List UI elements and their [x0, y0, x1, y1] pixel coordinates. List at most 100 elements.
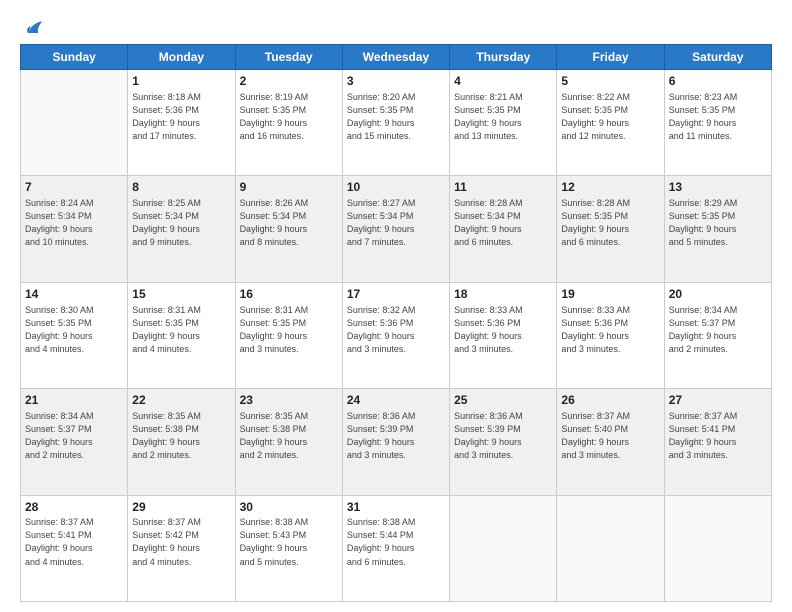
- day-info: Sunrise: 8:32 AM Sunset: 5:36 PM Dayligh…: [347, 304, 445, 356]
- day-number: 20: [669, 286, 767, 303]
- day-info: Sunrise: 8:36 AM Sunset: 5:39 PM Dayligh…: [454, 410, 552, 462]
- calendar-cell: 21Sunrise: 8:34 AM Sunset: 5:37 PM Dayli…: [21, 389, 128, 495]
- day-number: 9: [240, 179, 338, 196]
- day-number: 17: [347, 286, 445, 303]
- weekday-header-wednesday: Wednesday: [342, 45, 449, 70]
- weekday-header-sunday: Sunday: [21, 45, 128, 70]
- day-number: 21: [25, 392, 123, 409]
- calendar-cell: 27Sunrise: 8:37 AM Sunset: 5:41 PM Dayli…: [664, 389, 771, 495]
- calendar-cell: 1Sunrise: 8:18 AM Sunset: 5:36 PM Daylig…: [128, 70, 235, 176]
- day-number: 19: [561, 286, 659, 303]
- day-info: Sunrise: 8:34 AM Sunset: 5:37 PM Dayligh…: [669, 304, 767, 356]
- calendar-cell: 30Sunrise: 8:38 AM Sunset: 5:43 PM Dayli…: [235, 495, 342, 601]
- calendar-cell: [664, 495, 771, 601]
- day-info: Sunrise: 8:30 AM Sunset: 5:35 PM Dayligh…: [25, 304, 123, 356]
- calendar-table: SundayMondayTuesdayWednesdayThursdayFrid…: [20, 44, 772, 602]
- day-number: 10: [347, 179, 445, 196]
- day-number: 5: [561, 73, 659, 90]
- day-info: Sunrise: 8:26 AM Sunset: 5:34 PM Dayligh…: [240, 197, 338, 249]
- calendar-cell: 24Sunrise: 8:36 AM Sunset: 5:39 PM Dayli…: [342, 389, 449, 495]
- day-number: 23: [240, 392, 338, 409]
- calendar-cell: 17Sunrise: 8:32 AM Sunset: 5:36 PM Dayli…: [342, 282, 449, 388]
- weekday-header-thursday: Thursday: [450, 45, 557, 70]
- header: [20, 18, 772, 36]
- day-info: Sunrise: 8:29 AM Sunset: 5:35 PM Dayligh…: [669, 197, 767, 249]
- day-number: 15: [132, 286, 230, 303]
- day-info: Sunrise: 8:19 AM Sunset: 5:35 PM Dayligh…: [240, 91, 338, 143]
- calendar-cell: 3Sunrise: 8:20 AM Sunset: 5:35 PM Daylig…: [342, 70, 449, 176]
- calendar-cell: 12Sunrise: 8:28 AM Sunset: 5:35 PM Dayli…: [557, 176, 664, 282]
- weekday-header-row: SundayMondayTuesdayWednesdayThursdayFrid…: [21, 45, 772, 70]
- calendar-cell: 7Sunrise: 8:24 AM Sunset: 5:34 PM Daylig…: [21, 176, 128, 282]
- calendar-cell: 14Sunrise: 8:30 AM Sunset: 5:35 PM Dayli…: [21, 282, 128, 388]
- day-info: Sunrise: 8:37 AM Sunset: 5:42 PM Dayligh…: [132, 516, 230, 568]
- day-info: Sunrise: 8:28 AM Sunset: 5:34 PM Dayligh…: [454, 197, 552, 249]
- day-number: 28: [25, 499, 123, 516]
- day-info: Sunrise: 8:33 AM Sunset: 5:36 PM Dayligh…: [561, 304, 659, 356]
- day-number: 16: [240, 286, 338, 303]
- day-info: Sunrise: 8:33 AM Sunset: 5:36 PM Dayligh…: [454, 304, 552, 356]
- day-info: Sunrise: 8:18 AM Sunset: 5:36 PM Dayligh…: [132, 91, 230, 143]
- calendar-cell: 5Sunrise: 8:22 AM Sunset: 5:35 PM Daylig…: [557, 70, 664, 176]
- day-info: Sunrise: 8:38 AM Sunset: 5:44 PM Dayligh…: [347, 516, 445, 568]
- calendar-week-row: 28Sunrise: 8:37 AM Sunset: 5:41 PM Dayli…: [21, 495, 772, 601]
- day-number: 1: [132, 73, 230, 90]
- day-info: Sunrise: 8:34 AM Sunset: 5:37 PM Dayligh…: [25, 410, 123, 462]
- day-info: Sunrise: 8:38 AM Sunset: 5:43 PM Dayligh…: [240, 516, 338, 568]
- day-info: Sunrise: 8:22 AM Sunset: 5:35 PM Dayligh…: [561, 91, 659, 143]
- calendar-week-row: 7Sunrise: 8:24 AM Sunset: 5:34 PM Daylig…: [21, 176, 772, 282]
- day-info: Sunrise: 8:28 AM Sunset: 5:35 PM Dayligh…: [561, 197, 659, 249]
- page: SundayMondayTuesdayWednesdayThursdayFrid…: [0, 0, 792, 612]
- weekday-header-friday: Friday: [557, 45, 664, 70]
- calendar-cell: 20Sunrise: 8:34 AM Sunset: 5:37 PM Dayli…: [664, 282, 771, 388]
- day-number: 22: [132, 392, 230, 409]
- calendar-cell: 13Sunrise: 8:29 AM Sunset: 5:35 PM Dayli…: [664, 176, 771, 282]
- calendar-cell: 23Sunrise: 8:35 AM Sunset: 5:38 PM Dayli…: [235, 389, 342, 495]
- day-number: 26: [561, 392, 659, 409]
- calendar-cell: 15Sunrise: 8:31 AM Sunset: 5:35 PM Dayli…: [128, 282, 235, 388]
- day-number: 4: [454, 73, 552, 90]
- day-number: 24: [347, 392, 445, 409]
- calendar-cell: 22Sunrise: 8:35 AM Sunset: 5:38 PM Dayli…: [128, 389, 235, 495]
- calendar-cell: 29Sunrise: 8:37 AM Sunset: 5:42 PM Dayli…: [128, 495, 235, 601]
- logo-bird-icon: [22, 18, 44, 40]
- day-number: 11: [454, 179, 552, 196]
- calendar-cell: 26Sunrise: 8:37 AM Sunset: 5:40 PM Dayli…: [557, 389, 664, 495]
- calendar-week-row: 21Sunrise: 8:34 AM Sunset: 5:37 PM Dayli…: [21, 389, 772, 495]
- day-number: 12: [561, 179, 659, 196]
- calendar-week-row: 1Sunrise: 8:18 AM Sunset: 5:36 PM Daylig…: [21, 70, 772, 176]
- day-info: Sunrise: 8:25 AM Sunset: 5:34 PM Dayligh…: [132, 197, 230, 249]
- day-number: 8: [132, 179, 230, 196]
- day-number: 14: [25, 286, 123, 303]
- calendar-cell: 18Sunrise: 8:33 AM Sunset: 5:36 PM Dayli…: [450, 282, 557, 388]
- calendar-cell: 25Sunrise: 8:36 AM Sunset: 5:39 PM Dayli…: [450, 389, 557, 495]
- day-number: 7: [25, 179, 123, 196]
- weekday-header-tuesday: Tuesday: [235, 45, 342, 70]
- calendar-cell: 6Sunrise: 8:23 AM Sunset: 5:35 PM Daylig…: [664, 70, 771, 176]
- day-number: 3: [347, 73, 445, 90]
- calendar-cell: 11Sunrise: 8:28 AM Sunset: 5:34 PM Dayli…: [450, 176, 557, 282]
- day-info: Sunrise: 8:27 AM Sunset: 5:34 PM Dayligh…: [347, 197, 445, 249]
- calendar-week-row: 14Sunrise: 8:30 AM Sunset: 5:35 PM Dayli…: [21, 282, 772, 388]
- day-number: 30: [240, 499, 338, 516]
- day-number: 13: [669, 179, 767, 196]
- weekday-header-monday: Monday: [128, 45, 235, 70]
- day-info: Sunrise: 8:35 AM Sunset: 5:38 PM Dayligh…: [132, 410, 230, 462]
- logo: [20, 18, 44, 36]
- day-number: 27: [669, 392, 767, 409]
- day-info: Sunrise: 8:37 AM Sunset: 5:41 PM Dayligh…: [25, 516, 123, 568]
- day-number: 2: [240, 73, 338, 90]
- day-info: Sunrise: 8:37 AM Sunset: 5:41 PM Dayligh…: [669, 410, 767, 462]
- calendar-cell: [450, 495, 557, 601]
- calendar-cell: 19Sunrise: 8:33 AM Sunset: 5:36 PM Dayli…: [557, 282, 664, 388]
- day-info: Sunrise: 8:35 AM Sunset: 5:38 PM Dayligh…: [240, 410, 338, 462]
- day-info: Sunrise: 8:23 AM Sunset: 5:35 PM Dayligh…: [669, 91, 767, 143]
- day-number: 18: [454, 286, 552, 303]
- day-number: 29: [132, 499, 230, 516]
- calendar-cell: 9Sunrise: 8:26 AM Sunset: 5:34 PM Daylig…: [235, 176, 342, 282]
- calendar-cell: [557, 495, 664, 601]
- calendar-cell: 2Sunrise: 8:19 AM Sunset: 5:35 PM Daylig…: [235, 70, 342, 176]
- calendar-cell: [21, 70, 128, 176]
- calendar-cell: 4Sunrise: 8:21 AM Sunset: 5:35 PM Daylig…: [450, 70, 557, 176]
- calendar-cell: 10Sunrise: 8:27 AM Sunset: 5:34 PM Dayli…: [342, 176, 449, 282]
